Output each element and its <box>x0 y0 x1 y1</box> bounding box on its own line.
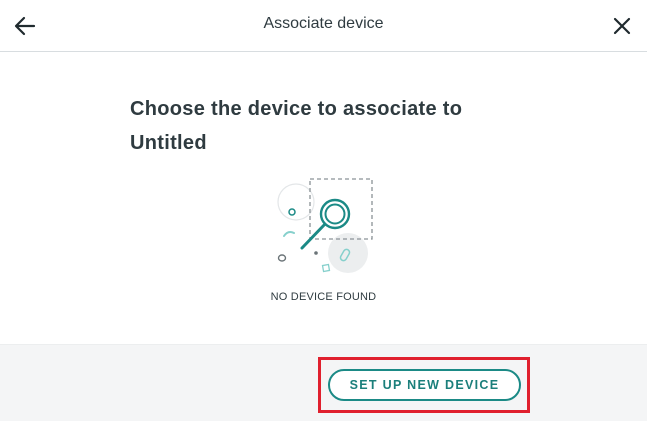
page-heading: Choose the device to associate to Untitl… <box>130 98 463 154</box>
set-up-new-device-button[interactable]: SET UP NEW DEVICE <box>328 369 521 401</box>
dialog-header: Associate device <box>0 0 647 52</box>
dialog-title: Associate device <box>263 15 384 32</box>
close-icon <box>613 17 631 35</box>
close-button[interactable] <box>609 12 635 40</box>
empty-state-label: NO DEVICE FOUND <box>270 291 377 303</box>
associate-device-dialog: Associate device Choose the device to as… <box>0 0 647 421</box>
magnifier-illustration-icon <box>272 176 376 278</box>
